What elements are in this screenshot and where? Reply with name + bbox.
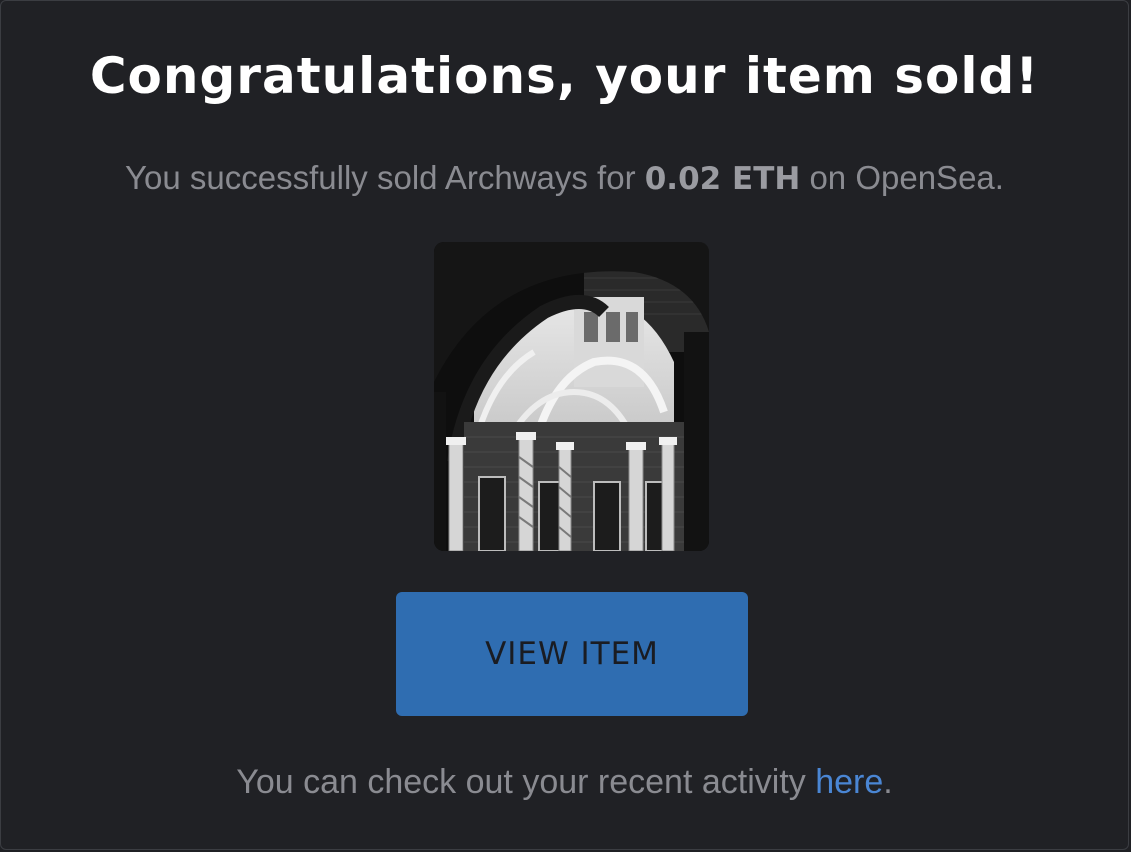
recent-activity-link[interactable]: here — [815, 763, 883, 801]
view-item-button[interactable]: VIEW ITEM — [396, 592, 748, 716]
dialog-title: Congratulations, your item sold! — [89, 47, 1040, 105]
sale-success-dialog: Congratulations, your item sold! You suc… — [0, 0, 1129, 850]
sale-price: 0.02 ETH — [644, 161, 801, 197]
recent-activity-suffix: . — [883, 763, 893, 801]
recent-activity-note: You can check out your recent activity h… — [1, 759, 1128, 805]
archways-photo — [434, 242, 709, 551]
sale-summary-prefix: You successfully sold Archways for — [125, 159, 645, 196]
sale-summary: You successfully sold Archways for 0.02 … — [1, 156, 1128, 201]
sale-summary-suffix: on OpenSea. — [800, 159, 1004, 196]
recent-activity-prefix: You can check out your recent activity — [236, 763, 816, 801]
item-image[interactable] — [434, 242, 709, 551]
